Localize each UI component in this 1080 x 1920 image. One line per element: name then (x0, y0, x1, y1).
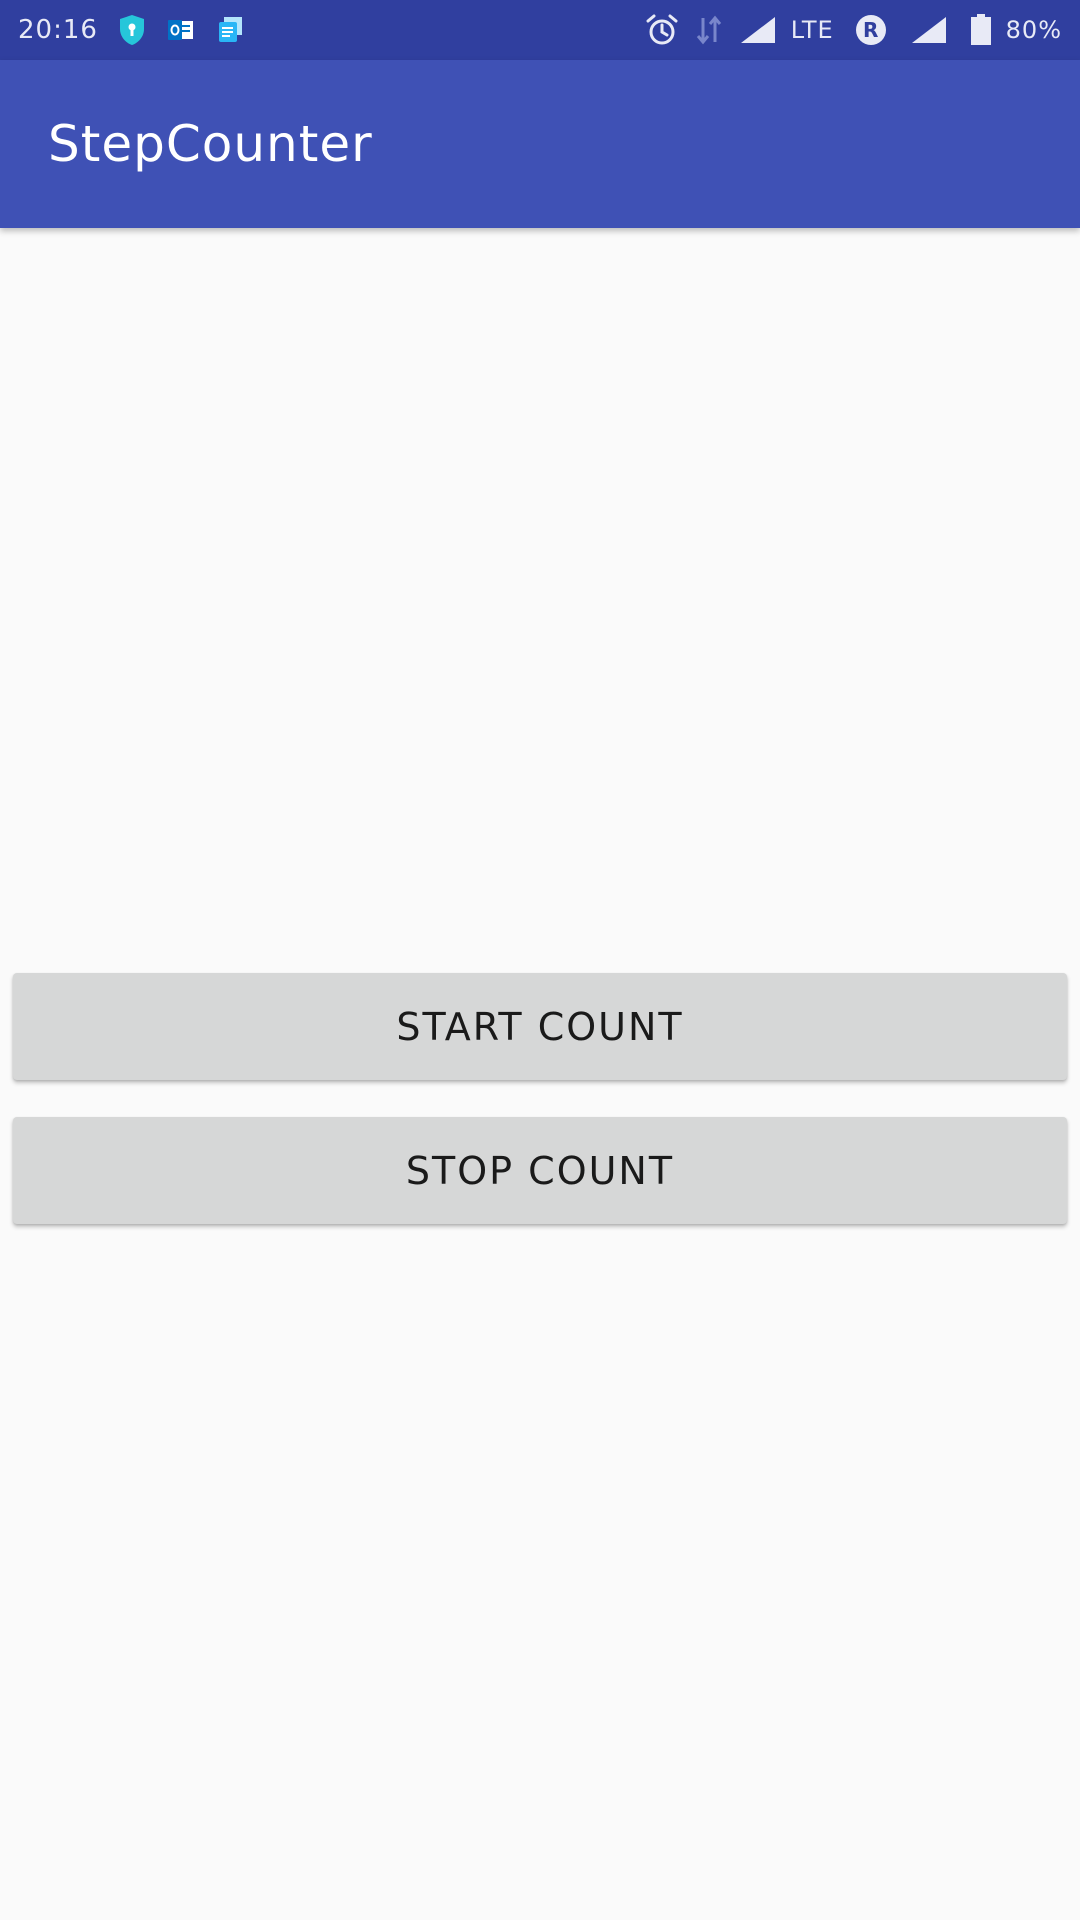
outlook-icon (167, 10, 194, 50)
status-bar-right: LTE R 80% (629, 0, 1062, 60)
roaming-icon: R (855, 15, 886, 45)
stop-count-button[interactable]: STOP COUNT (13, 1117, 1067, 1224)
news-icon (216, 10, 244, 50)
signal-icon (739, 10, 777, 50)
status-bar: 20:16 LTE R 80% (0, 0, 1080, 60)
alarm-icon (645, 10, 679, 50)
status-bar-left: 20:16 (18, 0, 266, 60)
status-time: 20:16 (18, 15, 98, 45)
battery-percent: 80% (1005, 16, 1062, 44)
start-count-button[interactable]: START COUNT (13, 973, 1067, 1080)
app-bar: StepCounter (0, 60, 1080, 228)
roaming-badge-text: R (862, 18, 879, 42)
data-arrows-icon (695, 10, 723, 50)
battery-icon (970, 10, 992, 50)
signal-icon (910, 10, 948, 50)
network-type: LTE (790, 16, 834, 44)
shield-icon (118, 10, 146, 50)
app-title: StepCounter (48, 115, 373, 173)
